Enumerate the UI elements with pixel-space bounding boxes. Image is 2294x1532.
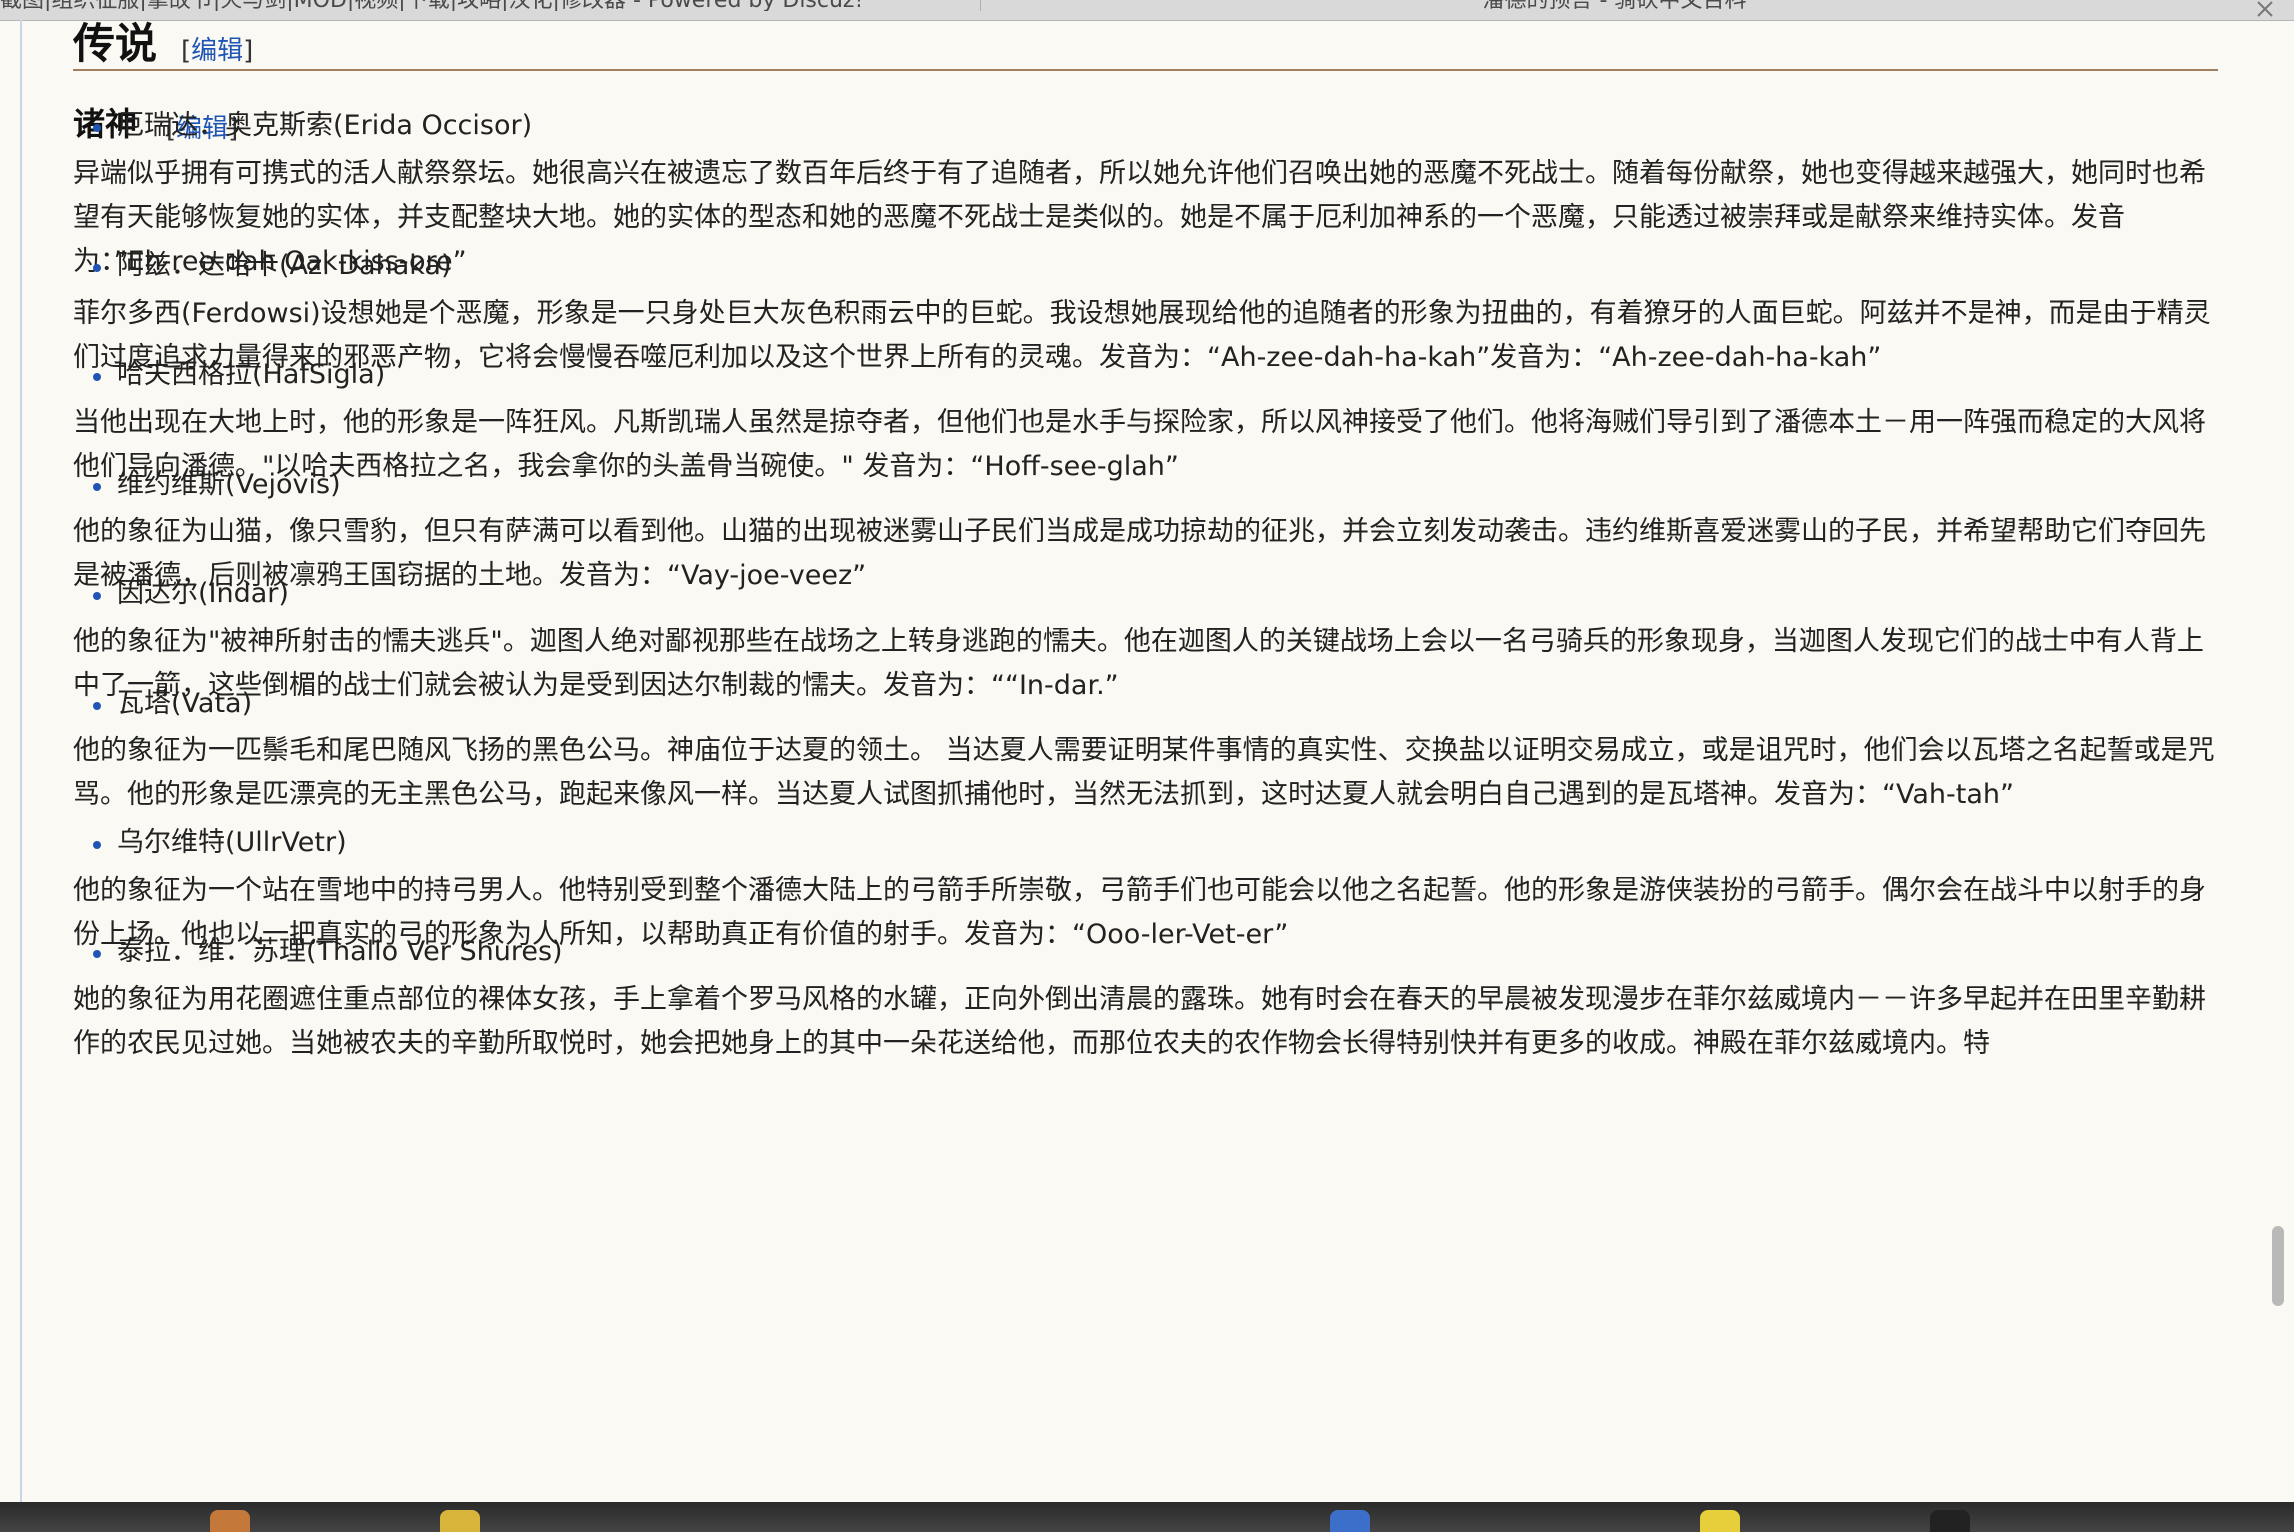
tab-label: 潘德的预言 - 骑砍中文百科 [1483, 0, 1747, 11]
deity-name: 厄瑞达．奥克斯索(Erida Occisor) [117, 110, 533, 141]
deity-name: 瓦塔(Vata) [117, 688, 253, 719]
bullet-icon [93, 841, 101, 849]
deity-name: 阿兹．达哈卡(Azi Dahaka) [117, 250, 452, 281]
bullet-icon [93, 592, 101, 600]
deity-description: 当他出现在大地上时，他的形象是一阵狂风。凡斯凯瑞人虽然是掠夺者，但他们也是水手与… [73, 407, 2206, 482]
browser-tab-wiki[interactable]: 潘德的预言 - 骑砍中文百科 [982, 0, 2247, 11]
content-left-border [20, 20, 22, 1502]
deity-name: 因达尔(Indar) [117, 578, 289, 609]
app-icon[interactable] [440, 1510, 480, 1532]
tab-label: 截图|组织征服|掌故节|火与剑|MOD|视频|下载|攻略|汉化|修改器 - Po… [0, 0, 863, 11]
bullet-icon [93, 264, 101, 272]
bullet-icon [93, 950, 101, 958]
close-icon [2257, 1, 2273, 17]
browser-tab-bar: 截图|组织征服|掌故节|火与剑|MOD|视频|下载|攻略|汉化|修改器 - Po… [0, 0, 2294, 21]
deity-description: 她的象征为用花圈遮住重点部位的裸体女孩，手上拿着个罗马风格的水罐，正向外倒出清晨… [73, 984, 2206, 1059]
section-edit-link[interactable]: 编辑 [191, 36, 243, 66]
deity-description: 他的象征为一匹鬃毛和尾巴随风飞扬的黑色公马。神庙位于达夏的领土。 当达夏人需要证… [73, 735, 2215, 810]
deity-name: 泰拉．维．苏理(Thallo Ver Shures) [117, 936, 563, 967]
deity-description: 菲尔多西(Ferdowsi)设想她是个恶魔，形象是一只身处巨大灰色积雨云中的巨蛇… [73, 298, 2211, 373]
vertical-scrollbar[interactable] [2272, 1226, 2284, 1306]
deity-description: 他的象征为山猫，像只雪豹，但只有萨满可以看到他。山猫的出现被迷雾山子民们当成是成… [73, 516, 2206, 591]
deity-name: 维约维斯(Vejovis) [117, 469, 341, 500]
dock-bar [0, 1502, 2294, 1532]
deity-description: 他的象征为"被神所射击的懦夫逃兵"。迦图人绝对鄙视那些在战场之上转身逃跑的懦夫。… [73, 626, 2204, 701]
bullet-icon [93, 483, 101, 491]
app-icon[interactable] [1930, 1510, 1970, 1532]
deity-name: 哈夫西格拉(HafSigla) [117, 359, 386, 390]
app-icon[interactable] [1330, 1510, 1370, 1532]
section-title: 传说 [73, 20, 158, 68]
bullet-icon [93, 124, 101, 132]
bullet-icon [93, 702, 101, 710]
bullet-icon [93, 373, 101, 381]
section-heading: 传说 [编辑] [73, 20, 2218, 71]
browser-tab-forum[interactable]: 截图|组织征服|掌故节|火与剑|MOD|视频|下载|攻略|汉化|修改器 - Po… [0, 0, 981, 11]
deity-name: 乌尔维特(UllrVetr) [117, 827, 347, 858]
section-edit: [编辑] [181, 36, 254, 66]
app-icon[interactable] [1700, 1510, 1740, 1532]
tab-close-icon[interactable] [2250, 0, 2280, 20]
article-content: 传说 [编辑] 诸神 [编辑] 厄瑞达．奥克斯索(Erida Occisor) … [73, 20, 2218, 1502]
app-icon[interactable] [210, 1510, 250, 1532]
